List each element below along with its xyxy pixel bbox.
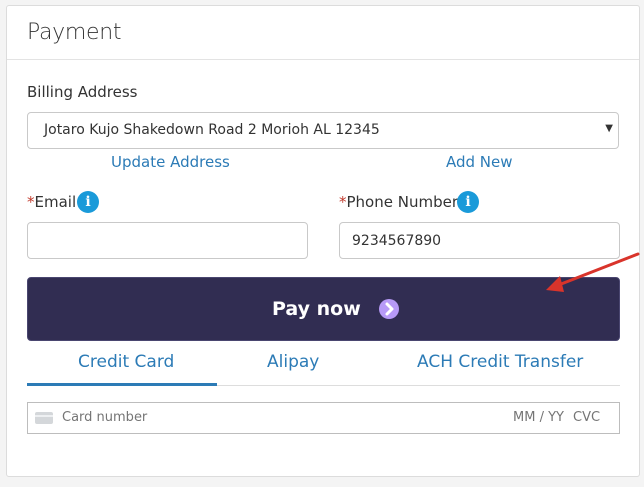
active-tab-indicator bbox=[27, 383, 217, 386]
tab-credit-card[interactable]: Credit Card bbox=[78, 352, 174, 372]
card-expiry-placeholder: MM / YY bbox=[513, 410, 564, 425]
chevron-right-icon bbox=[379, 299, 399, 319]
phone-info-icon[interactable]: i bbox=[457, 191, 479, 213]
required-marker: * bbox=[339, 193, 347, 211]
pay-now-button[interactable]: Pay now bbox=[27, 277, 620, 341]
billing-address-value: Jotaro Kujo Shakedown Road 2 Morioh AL 1… bbox=[44, 122, 380, 138]
card-number-input[interactable]: Card number MM / YY CVC bbox=[27, 402, 620, 434]
add-new-address-link[interactable]: Add New bbox=[446, 153, 513, 171]
billing-address-select[interactable]: Jotaro Kujo Shakedown Road 2 Morioh AL 1… bbox=[27, 112, 619, 149]
card-number-placeholder: Card number bbox=[62, 410, 148, 425]
email-info-icon[interactable]: i bbox=[77, 191, 99, 213]
email-label: *Email bbox=[27, 193, 76, 211]
annotation-arrow-icon bbox=[546, 252, 640, 292]
email-label-text: Email bbox=[34, 193, 77, 211]
tab-ach-credit-transfer[interactable]: ACH Credit Transfer bbox=[417, 352, 583, 372]
panel-header: Payment bbox=[7, 6, 639, 60]
panel-title: Payment bbox=[27, 20, 122, 45]
phone-label-text: Phone Number bbox=[346, 193, 459, 211]
payment-panel: Payment Billing Address Jotaro Kujo Shak… bbox=[6, 5, 640, 477]
email-field[interactable] bbox=[27, 222, 308, 259]
required-marker: * bbox=[27, 193, 35, 211]
tab-alipay[interactable]: Alipay bbox=[267, 352, 319, 372]
phone-label: *Phone Number bbox=[339, 193, 458, 211]
update-address-link[interactable]: Update Address bbox=[111, 153, 230, 171]
credit-card-icon bbox=[35, 412, 53, 424]
pay-now-label: Pay now bbox=[272, 298, 361, 320]
card-cvc-placeholder: CVC bbox=[573, 410, 601, 425]
caret-down-icon: ▼ bbox=[605, 123, 613, 134]
billing-address-label: Billing Address bbox=[27, 83, 138, 101]
